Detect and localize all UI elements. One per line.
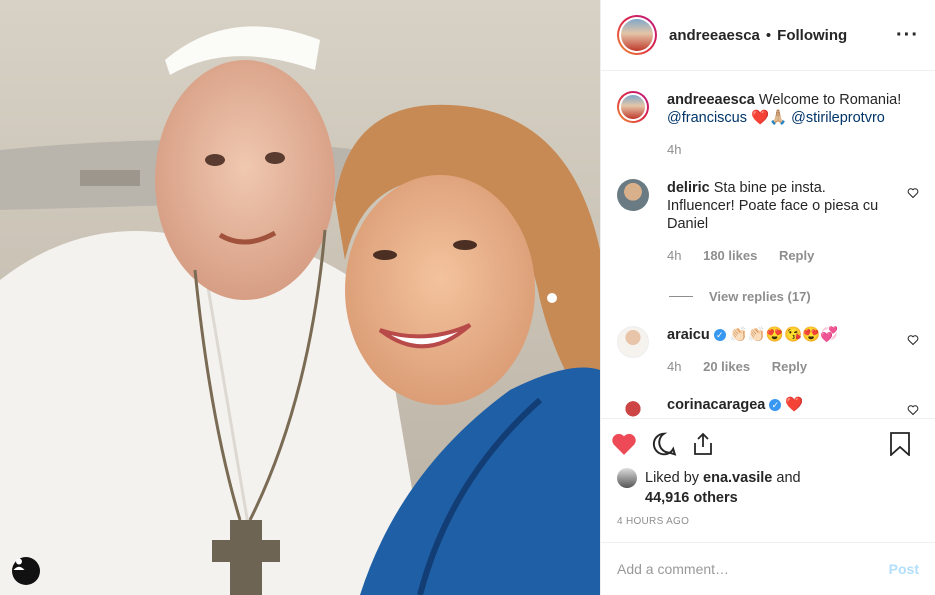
post-sidebar: andreeaesca • Following ··· andreeaesca … xyxy=(600,0,935,595)
more-options-icon[interactable]: ··· xyxy=(896,24,919,47)
liked-by-prefix: Liked by xyxy=(645,469,700,486)
post-comment-button[interactable]: Post xyxy=(889,561,919,577)
caption-text: Welcome to Romania! xyxy=(758,92,902,109)
comment: deliric Sta bine pe insta. Influencer! P… xyxy=(617,179,919,265)
view-replies-label: View replies (17) xyxy=(709,289,811,305)
like-comment-heart-icon[interactable] xyxy=(907,187,919,199)
post-photo[interactable] xyxy=(0,0,600,595)
author-avatar[interactable] xyxy=(617,15,657,56)
action-bar xyxy=(601,418,935,467)
comment-username[interactable]: corinacaragea xyxy=(667,397,765,413)
post-timestamp[interactable]: 4 HOURS AGO xyxy=(601,516,935,527)
caption-username[interactable]: andreeaesca xyxy=(667,92,755,108)
comment-text: ❤️ xyxy=(785,397,804,414)
photo-illustration xyxy=(0,0,600,595)
view-replies-button[interactable]: View replies (17) xyxy=(669,289,919,304)
user-icon xyxy=(13,558,25,570)
following-button[interactable]: Following xyxy=(777,27,847,44)
verified-badge-icon: ✓ xyxy=(713,329,726,342)
comments-list[interactable]: andreeaesca Welcome to Romania! @francis… xyxy=(601,71,935,419)
liked-by: Liked by ena.vasile and 44,916 others xyxy=(601,467,935,508)
comment: araicu ✓ 👏🏻👏🏻😍😘😍💞 4h 20 likes Reply xyxy=(617,326,919,376)
reply-button[interactable]: Reply xyxy=(772,359,807,374)
comment-button[interactable] xyxy=(651,431,677,457)
comment-time[interactable]: 4h xyxy=(667,359,681,374)
comment-text: 👏🏻👏🏻😍😘😍💞 xyxy=(729,327,839,344)
header-separator: • xyxy=(765,26,772,44)
caption-time[interactable]: 4h xyxy=(667,142,681,157)
post-header: andreeaesca • Following ··· xyxy=(601,0,935,72)
like-button[interactable] xyxy=(611,432,637,456)
add-comment-bar: Post xyxy=(601,541,935,595)
tagged-users-button[interactable] xyxy=(12,557,40,585)
commenter-avatar[interactable] xyxy=(617,179,649,212)
like-comment-heart-icon[interactable] xyxy=(907,404,919,416)
bookmark-icon xyxy=(890,431,910,456)
author-username[interactable]: andreeaesca xyxy=(669,27,760,44)
comment-username[interactable]: araicu xyxy=(667,327,710,343)
liked-by-user[interactable]: ena.vasile xyxy=(703,470,772,486)
caption: andreeaesca Welcome to Romania! @francis… xyxy=(617,91,919,159)
comment-username[interactable]: deliric xyxy=(667,180,710,196)
verified-badge-icon: ✓ xyxy=(769,399,782,412)
comment-time[interactable]: 4h xyxy=(667,248,681,263)
comment-likes[interactable]: 180 likes xyxy=(703,248,757,263)
heart-filled-icon xyxy=(612,433,636,455)
replies-divider xyxy=(669,296,693,298)
comment-likes[interactable]: 20 likes xyxy=(703,359,750,374)
reply-button[interactable]: Reply xyxy=(779,248,814,263)
commenter-avatar[interactable] xyxy=(617,326,649,359)
comment: corinacaragea ✓ ❤️ xyxy=(617,396,919,419)
liked-by-others[interactable]: 44,916 others xyxy=(645,490,738,506)
instagram-post-view: andreeaesca • Following ··· andreeaesca … xyxy=(0,0,935,595)
mention-stirileprotvro[interactable]: @stirileprotvro xyxy=(791,110,885,126)
caption-emoji: ❤️🙏🏼 xyxy=(751,110,788,127)
liked-by-joiner: and xyxy=(776,469,801,486)
commenter-avatar[interactable] xyxy=(617,396,649,419)
liker-avatar[interactable] xyxy=(617,467,637,488)
comment-input[interactable] xyxy=(617,560,889,577)
share-button[interactable] xyxy=(691,432,715,456)
caption-avatar[interactable] xyxy=(617,91,649,124)
like-comment-heart-icon[interactable] xyxy=(907,334,919,346)
share-icon xyxy=(694,432,712,455)
comment-bubble-icon xyxy=(652,432,677,456)
save-button[interactable] xyxy=(889,431,911,456)
mention-franciscus[interactable]: @franciscus xyxy=(667,110,747,126)
